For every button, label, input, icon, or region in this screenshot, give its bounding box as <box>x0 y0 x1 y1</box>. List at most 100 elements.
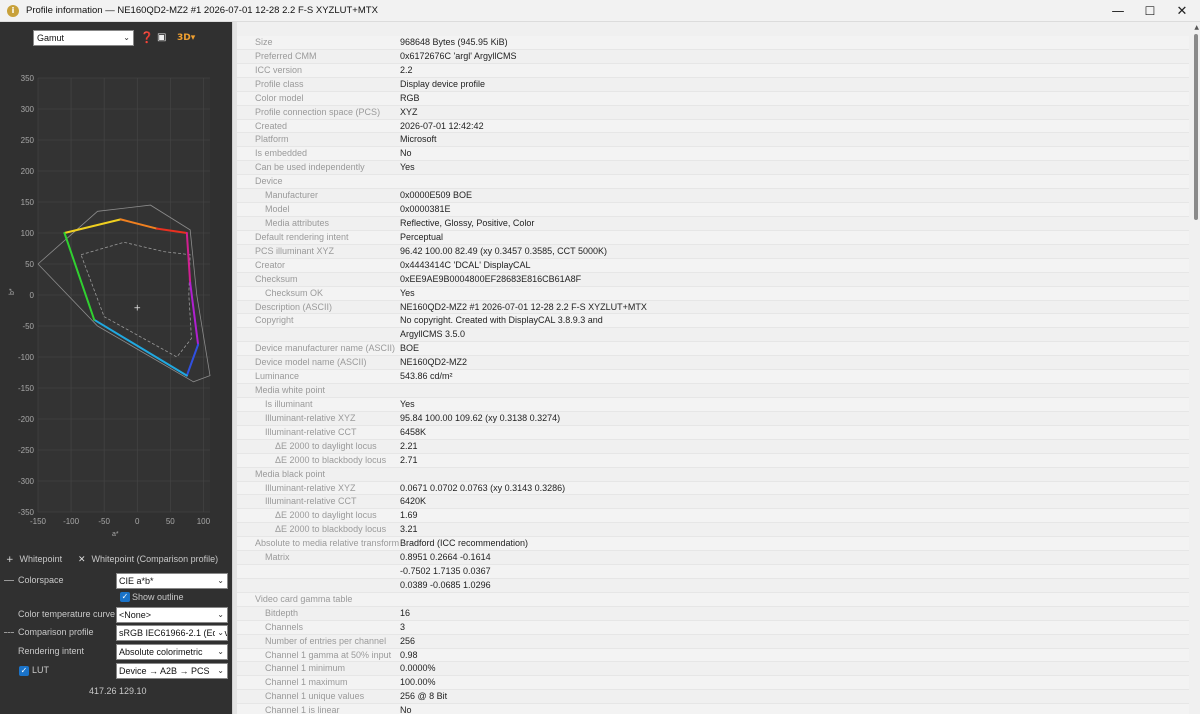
info-key: Illuminant-relative XYZ <box>265 482 356 493</box>
whitepoint-marker: + <box>133 303 141 313</box>
info-row: Model 0x0000381E <box>237 203 1189 217</box>
info-key: Model <box>265 204 290 215</box>
chevron-down-icon: ⌄ <box>215 608 224 622</box>
colorspace-row: Colorspace CIE a*b* ⌄ <box>0 572 232 590</box>
info-key: Copyright <box>255 315 294 326</box>
info-row: PCS illuminant XYZ 96.42 100.00 82.49 (xy… <box>237 245 1189 259</box>
info-value: 1.69 <box>400 510 418 521</box>
info-value: No <box>400 705 412 714</box>
info-value: 0.0389 -0.0685 1.0296 <box>400 579 491 590</box>
colorspace-select[interactable]: CIE a*b* ⌄ <box>116 573 228 589</box>
info-row: 0.0389 -0.0685 1.0296 <box>237 579 1189 593</box>
info-value: 96.42 100.00 82.49 (xy 0.3457 0.3585, CC… <box>400 245 607 256</box>
rendering-select[interactable]: Absolute colorimetric ⌄ <box>116 644 228 660</box>
info-key: ΔE 2000 to blackbody locus <box>275 454 387 465</box>
info-row: Profile class Display device profile <box>237 78 1189 92</box>
view-3d-button[interactable]: 3D▾ <box>177 31 195 45</box>
info-list: Size 968648 Bytes (945.95 KiB) Preferred C… <box>237 36 1189 714</box>
lut-checkbox[interactable]: ✓ <box>19 666 29 676</box>
y-tick-label: 200 <box>21 167 35 176</box>
info-row: Illuminant-relative CCT 6458K <box>237 425 1189 440</box>
info-row: Channels 3 <box>237 620 1189 635</box>
info-key: Creator <box>255 259 286 270</box>
lut-select[interactable]: Device → A2B → PCS ⌄ <box>116 663 228 679</box>
info-key: Preferred CMM <box>255 50 317 61</box>
info-value: 2026-07-01 12:42:42 <box>400 120 484 131</box>
info-key: Default rendering intent <box>255 231 349 242</box>
info-row: Channel 1 maximum 100.00% <box>237 676 1189 691</box>
info-row: Number of entries per channel 256 <box>237 635 1189 649</box>
info-row: Can be used independently Yes <box>237 161 1189 176</box>
gamut-plot[interactable]: 350 300 250 200 150 100 50 0 -50 -100 -150 -200 -250… <box>0 54 232 544</box>
info-key: Checksum OK <box>265 287 324 298</box>
info-key: Media attributes <box>265 217 330 228</box>
info-key: Channel 1 gamma at 50% input <box>265 649 392 660</box>
profile-info-panel: Size 968648 Bytes (945.95 KiB) Preferred C… <box>237 22 1200 714</box>
info-key: Media white point <box>255 385 326 396</box>
info-key: Manufacturer <box>265 190 319 201</box>
info-value: 2.2 <box>400 64 413 75</box>
info-value: 2.71 <box>400 454 418 465</box>
info-key: Absolute to media relative transform <box>255 538 400 549</box>
show-outline-checkbox[interactable]: ✓ <box>120 592 130 602</box>
info-value: 0x4443414C 'DCAL' DisplayCAL <box>400 259 531 270</box>
info-value: 100.00% <box>400 677 436 688</box>
info-row: Device model name (ASCII) NE160QD2-MZ2 <box>237 356 1189 371</box>
close-button[interactable]: ✕ <box>1164 0 1200 22</box>
info-row: Size 968648 Bytes (945.95 KiB) <box>237 36 1189 50</box>
color-temp-select[interactable]: <None> ⌄ <box>116 607 228 623</box>
info-row: ΔE 2000 to blackbody locus 3.21 <box>237 523 1189 538</box>
info-value: 16 <box>400 607 411 618</box>
info-row: Platform Microsoft <box>237 133 1189 148</box>
info-value: BOE <box>400 343 420 354</box>
info-row: Media white point <box>237 384 1189 398</box>
info-row: Channel 1 is linear No <box>237 704 1189 714</box>
info-row: Checksum OK Yes <box>237 286 1189 301</box>
title-bar: i Profile information — NE160QD2-MZ2 #1 … <box>0 0 1200 22</box>
minimize-button[interactable]: — <box>1100 0 1136 22</box>
scroll-up-icon[interactable]: ▲ <box>1194 24 1199 31</box>
info-key: Number of entries per channel <box>265 635 387 646</box>
y-tick-label: 350 <box>21 74 35 83</box>
comparison-select[interactable]: sRGB IEC61966-2.1 (Equivalent to www.srg… <box>116 625 228 641</box>
x-tick-label: -50 <box>98 517 110 526</box>
info-row: Checksum 0xEE9AE9B0004800EF28683E816CB61A… <box>237 273 1189 287</box>
info-value: 0xEE9AE9B0004800EF28683E816CB61A8F <box>400 273 582 284</box>
info-value: ArgyllCMS 3.5.0 <box>400 329 466 340</box>
info-icon: i <box>7 4 19 17</box>
info-row: Creator 0x4443414C 'DCAL' DisplayCAL <box>237 258 1189 273</box>
image-icon[interactable]: ▣ <box>157 31 166 45</box>
rendering-label: Rendering intent <box>18 646 85 656</box>
y-tick-label: 100 <box>21 229 35 238</box>
plus-icon: + <box>6 555 14 565</box>
color-temp-row: Color temperature curve <None> ⌄ <box>0 606 232 624</box>
info-value: Reflective, Glossy, Positive, Color <box>400 217 535 228</box>
view-select[interactable]: Gamut ⌄ <box>33 30 134 46</box>
info-row: Manufacturer 0x0000E509 BOE <box>237 189 1189 204</box>
info-value: 968648 Bytes (945.95 KiB) <box>400 37 508 47</box>
x-tick-label: -100 <box>63 517 80 526</box>
info-row: Created 2026-07-01 12:42:42 <box>237 119 1189 134</box>
maximize-button[interactable]: ☐ <box>1132 0 1168 22</box>
info-row: Description (ASCII) NE160QD2-MZ2 #1 2026-… <box>237 301 1189 315</box>
info-value: No copyright. Created with DisplayCAL 3.… <box>400 315 603 326</box>
view-select-value: Gamut <box>37 33 65 43</box>
info-value: 256 @ 8 Bit <box>400 691 448 702</box>
info-row: Copyright No copyright. Created with Disp… <box>237 314 1189 329</box>
y-tick-label: 250 <box>21 136 35 145</box>
info-row: Device manufacturer name (ASCII) BOE <box>237 342 1189 357</box>
help-icon[interactable]: ❓ <box>140 31 154 45</box>
cross-icon: ✕ <box>78 555 86 565</box>
y-tick-label: -200 <box>18 415 35 424</box>
x-tick-label: -150 <box>30 517 47 526</box>
scrollbar[interactable] <box>1194 34 1198 220</box>
y-tick-label: -300 <box>18 477 35 486</box>
lut-row: ✓ LUT Device → A2B → PCS ⌄ <box>0 662 232 680</box>
comparison-row: Comparison profile sRGB IEC61966-2.1 (Eq… <box>0 624 232 642</box>
info-value: 6458K <box>400 426 427 437</box>
info-key: Media black point <box>255 468 326 479</box>
info-key: ΔE 2000 to daylight locus <box>275 510 377 521</box>
y-tick-label: -100 <box>18 353 35 362</box>
info-key: Channel 1 is linear <box>265 705 340 714</box>
info-key: Profile class <box>255 78 304 89</box>
